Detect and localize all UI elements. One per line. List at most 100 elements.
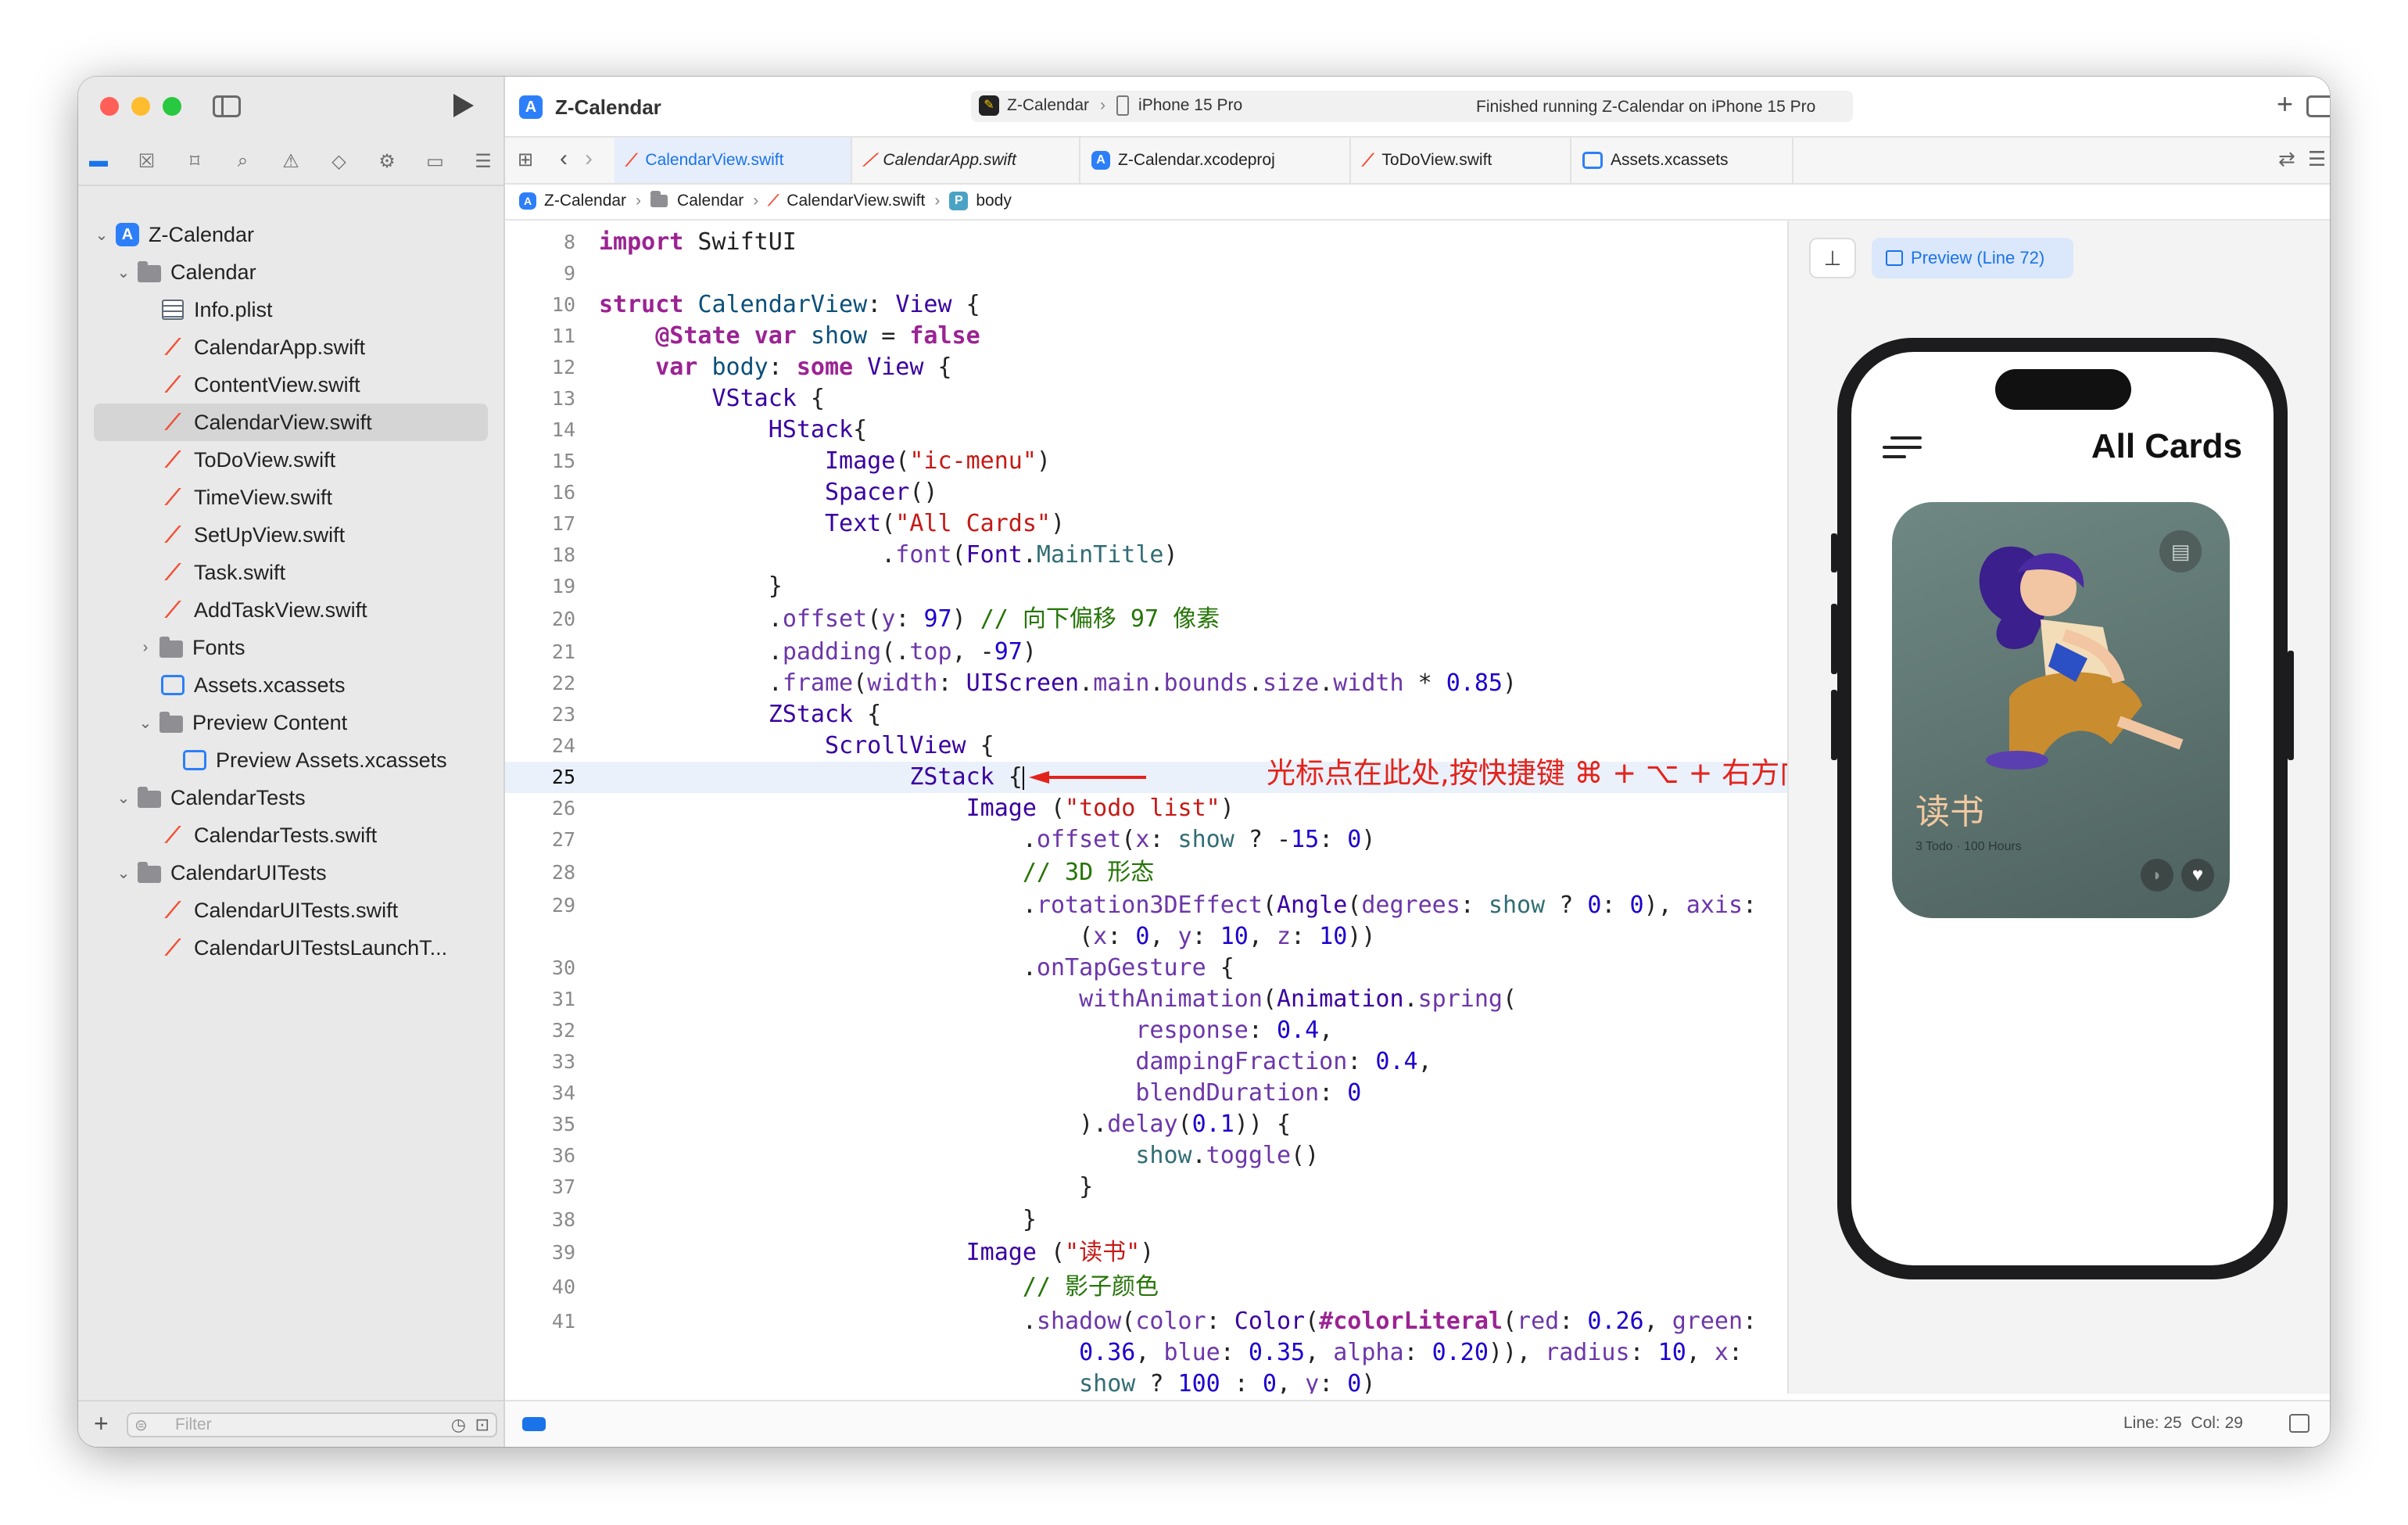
folder-icon — [650, 191, 668, 207]
tree-row-calendartests-swift[interactable]: ⟋ CalendarTests.swift — [159, 816, 488, 854]
tree-row-label: Assets.xcassets — [194, 673, 346, 697]
add-button[interactable]: + — [2277, 88, 2293, 120]
swift-icon: ⟋ — [1362, 150, 1374, 170]
tab-label: CalendarApp.swift — [883, 151, 1016, 169]
add-file-button[interactable]: + — [94, 1409, 109, 1438]
tree-row-label: Task.swift — [194, 560, 286, 584]
tree-row-label: ContentView.swift — [194, 372, 360, 396]
search-icon[interactable]: ⌕ — [231, 149, 256, 174]
test-icon[interactable]: ◇ — [327, 149, 352, 174]
tree-row-calendartests[interactable]: ⌄ CalendarTests — [116, 779, 483, 816]
zoom-window-button[interactable] — [163, 97, 181, 116]
swift-icon: ⟋ — [165, 897, 181, 922]
card-title: 读书 — [1915, 793, 1984, 831]
chevron-down-icon[interactable]: ⌄ — [116, 863, 131, 883]
tab-assets[interactable]: Assets.xcassets — [1571, 138, 1793, 183]
property-icon: P — [949, 192, 969, 210]
tree-row-label: Preview Content — [192, 710, 348, 734]
heart-icon[interactable]: ♥ — [2181, 859, 2214, 892]
debug-area-toggle-icon[interactable] — [522, 1417, 546, 1431]
minimize-window-button[interactable] — [131, 97, 150, 116]
plist-icon — [159, 298, 186, 321]
tab-xcodeproj[interactable]: A Z-Calendar.xcodeproj — [1080, 138, 1351, 183]
breakpoint-icon[interactable]: ▭ — [423, 149, 448, 174]
tab-label: Assets.xcassets — [1611, 151, 1729, 169]
tree-row-task-swift[interactable]: ⟋ Task.swift — [159, 554, 488, 591]
debug-icon[interactable]: ⚙ — [374, 149, 400, 174]
folder-navigator-icon[interactable]: ▬ — [86, 149, 111, 174]
tree-row-addtaskview-swift[interactable]: ⟋ AddTaskView.swift — [159, 591, 488, 629]
tab-todoview[interactable]: ⟋ ToDoView.swift — [1351, 138, 1571, 183]
tree-row-preview-content[interactable]: ⌄ Preview Content — [138, 704, 489, 741]
breadcrumb-item[interactable]: Calendar — [677, 192, 744, 210]
breadcrumb: A Z-Calendar › Calendar › ⟋ CalendarView… — [505, 183, 2330, 221]
pin-preview-button[interactable]: ⊥ — [1809, 238, 1856, 278]
tree-row-z-calendar[interactable]: ⌄ A Z-Calendar — [94, 216, 485, 253]
reading-card[interactable]: ▤ 读书 3 Todo · 100 Hours ◗ ♥ — [1892, 502, 2230, 918]
tree-row-label: CalendarUITests — [170, 860, 327, 884]
run-button[interactable] — [453, 94, 474, 117]
breadcrumb-item[interactable]: CalendarView.swift — [787, 192, 925, 210]
chevron-down-icon[interactable]: ⌄ — [138, 713, 153, 733]
tree-row-preview-assets[interactable]: Preview Assets.xcassets — [181, 741, 494, 779]
tree-row-timeview-swift[interactable]: ⟋ TimeView.swift — [159, 479, 488, 516]
chevron-down-icon[interactable]: ⌄ — [116, 788, 131, 808]
editor-options-icon[interactable]: ☰ — [2308, 147, 2326, 171]
swift-icon: ⟋ — [863, 150, 876, 170]
filter-field[interactable]: ⊜ Filter ◷ ⊡ — [127, 1412, 497, 1437]
tree-row-fonts[interactable]: › Fonts — [138, 629, 489, 666]
menu-icon[interactable] — [1883, 433, 1922, 461]
app-icon: A — [519, 95, 543, 119]
dynamic-island — [1995, 369, 2131, 410]
grid-icon[interactable]: ⊞ — [518, 149, 533, 171]
chevron-down-icon[interactable]: ⌄ — [116, 263, 131, 282]
tree-row-calendaruitestslaunch[interactable]: ⟋ CalendarUITestsLaunchT... — [159, 929, 488, 967]
side-button — [2288, 651, 2294, 760]
inspector-toggle-icon[interactable] — [2306, 95, 2330, 117]
scheme-label: Z-Calendar — [1007, 96, 1090, 114]
tree-row-calendaruitests-swift[interactable]: ⟋ CalendarUITests.swift — [159, 892, 488, 929]
editor-tab-bar: ⊞ ‹ › ⟋ CalendarView.swift ⟋ CalendarApp… — [505, 136, 2330, 185]
status-bar: Line: 25 Col: 29 — [505, 1400, 2330, 1447]
breadcrumb-item[interactable]: Z-Calendar — [544, 192, 626, 210]
chevron-right-icon: › — [1100, 96, 1106, 114]
tree-row-info-plist[interactable]: Info.plist — [159, 291, 488, 328]
scm-filter-icon[interactable]: ⊡ — [475, 1415, 489, 1435]
source-control-icon[interactable]: ☒ — [134, 149, 159, 174]
back-arrow-icon[interactable]: ‹ — [560, 145, 568, 172]
bell-icon[interactable]: ◗ — [2141, 859, 2173, 892]
tab-calendarview[interactable]: ⟋ CalendarView.swift — [615, 138, 852, 183]
report-icon[interactable]: ☰ — [471, 149, 496, 174]
tree-row-todoview-swift[interactable]: ⟋ ToDoView.swift — [159, 441, 488, 479]
minimap-toggle-icon[interactable] — [2289, 1414, 2309, 1433]
tab-calendarapp[interactable]: ⟋ CalendarApp.swift — [852, 138, 1080, 183]
tree-row-label: CalendarTests — [170, 785, 306, 809]
swift-icon: ⟋ — [165, 334, 181, 359]
scheme-selector[interactable]: ✎ Z-Calendar › iPhone 15 Pro — [979, 95, 1242, 116]
tree-row-contentview-swift[interactable]: ⟋ ContentView.swift — [159, 366, 488, 404]
chevron-right-icon[interactable]: › — [138, 639, 153, 657]
chevron-down-icon[interactable]: ⌄ — [94, 225, 109, 245]
forward-arrow-icon[interactable]: › — [585, 145, 593, 172]
tree-row-calendarview-swift[interactable]: ⟋ CalendarView.swift — [94, 404, 488, 441]
source-editor[interactable]: 8 import SwiftUI 9 10 struct CalendarView:… — [505, 221, 1787, 1394]
preview-canvas: ⊥ Preview (Line 72) All Cards ▤ 读书 3 Tod… — [1787, 221, 2330, 1447]
filter-icon: ⊜ — [134, 1417, 148, 1434]
tree-row-calendarapp-swift[interactable]: ⟋ CalendarApp.swift — [159, 328, 488, 366]
sidebar-toggle-icon[interactable] — [213, 95, 241, 117]
side-button — [1831, 604, 1837, 674]
preview-selector-button[interactable]: Preview (Line 72) — [1872, 238, 2073, 278]
folder-icon — [136, 260, 163, 284]
chevron-right-icon: › — [934, 192, 941, 210]
bookmark-icon[interactable]: ⌑ — [182, 149, 207, 174]
tree-row-calendaruitests[interactable]: ⌄ CalendarUITests — [116, 854, 483, 892]
recent-files-icon[interactable]: ◷ — [451, 1415, 466, 1435]
refresh-icon[interactable]: ⇄ — [2278, 147, 2295, 171]
tree-row-setupview-swift[interactable]: ⟋ SetUpView.swift — [159, 516, 488, 554]
close-window-button[interactable] — [100, 97, 119, 116]
tree-row-assets[interactable]: Assets.xcassets — [159, 666, 488, 704]
tree-row-calendar[interactable]: ⌄ Calendar — [116, 253, 483, 291]
tree-row-label: Preview Assets.xcassets — [216, 748, 447, 772]
breadcrumb-item[interactable]: body — [976, 192, 1012, 210]
warning-icon[interactable]: ⚠ — [278, 149, 303, 174]
